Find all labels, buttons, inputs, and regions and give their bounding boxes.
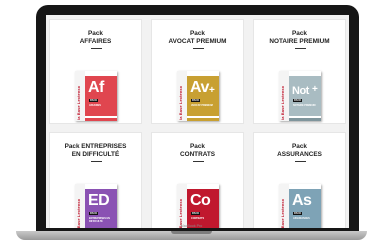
cover-plus: + <box>312 84 318 95</box>
title-underline <box>295 161 306 162</box>
cover-bottom-bar <box>85 118 117 121</box>
pack-title: Pack NOTAIRE PREMIUM <box>269 30 330 45</box>
title-underline <box>193 48 204 49</box>
cover-letters: ED <box>88 192 110 209</box>
cover-subtitle: AVOCAT PREMIUM <box>191 104 213 107</box>
cover-bottom-bar <box>289 118 321 121</box>
laptop-notch <box>171 231 212 234</box>
cover-color-block: Av + PACK AVOCAT PREMIUM <box>187 76 219 116</box>
laptop-lid: Pack AFFAIRES la Base Lextenso Af PACK AFFAI… <box>36 5 359 232</box>
cover-subtitle: ENTREPRISES EN DIFFICULTÉ <box>89 217 110 223</box>
cover-subtitle: NOTAIRE PREMIUM <box>293 104 316 107</box>
title-underline <box>193 161 204 162</box>
cover-color-block: ED PACK ENTREPRISES EN DIFFICULTÉ <box>85 189 117 228</box>
pack-cover[interactable]: la Base Lextenso ED PACK ENTREPRISES EN DIF… <box>75 184 117 228</box>
pack-title: Pack AVOCAT PREMIUM <box>168 30 227 45</box>
cover-letters: Not <box>292 85 309 97</box>
cover-tag: PACK <box>191 99 201 102</box>
pack-title: Pack CONTRATS <box>179 143 216 158</box>
cover-letters: Af <box>88 79 104 96</box>
laptop-base <box>16 231 367 240</box>
pack-card[interactable]: Pack CONTRATS la Base Lextenso Co PACK CONTR… <box>151 132 244 228</box>
cover-color-block: Co PACK CONTRATS <box>187 189 219 228</box>
pack-card[interactable]: Pack ENTREPRISES EN DIFFICULTÉ la Base Le… <box>49 132 142 228</box>
cover-brand: la Base Lextenso <box>280 85 285 120</box>
cover-tag: PACK <box>191 212 201 215</box>
pack-cover[interactable]: la Base Lextenso Not + PACK NOTAIRE PREMIUM <box>279 71 321 121</box>
cover-tag: PACK <box>293 99 303 102</box>
title-underline <box>91 161 102 162</box>
title-underline <box>91 48 102 49</box>
pack-card[interactable]: Pack ASSURANCES la Base Lextenso As PACK ASS… <box>253 132 346 228</box>
cover-bottom-bar <box>187 118 219 121</box>
cover-color-block: Af PACK AFFAIRES <box>85 76 117 116</box>
cover-tag: PACK <box>293 212 303 215</box>
cover-letters: Av <box>190 79 209 96</box>
laptop-model-label: MacBook Pro <box>180 224 203 228</box>
pack-cover[interactable]: la Base Lextenso Co PACK CONTRATS <box>177 184 219 228</box>
cover-subtitle: ASSURANCES <box>293 217 310 220</box>
title-underline <box>295 48 306 49</box>
cover-brand: la Base Lextenso <box>178 85 183 120</box>
pack-cover[interactable]: la Base Lextenso Af PACK AFFAIRES <box>75 71 117 121</box>
cover-subtitle: AFFAIRES <box>89 104 101 107</box>
cover-letters: As <box>292 192 312 209</box>
cover-plus: + <box>209 85 215 96</box>
cover-tag: PACK <box>89 99 99 102</box>
pack-card[interactable]: Pack AFFAIRES la Base Lextenso Af PACK AFFAI… <box>49 19 142 124</box>
pack-cover[interactable]: la Base Lextenso Av + PACK AVOCAT PREMIUM <box>177 71 219 121</box>
pack-title: Pack ASSURANCES <box>277 143 322 158</box>
cover-letters: Co <box>190 192 211 209</box>
cover-brand: la Base Lextenso <box>76 85 81 120</box>
pack-card[interactable]: Pack AVOCAT PREMIUM la Base Lextenso Av + PA… <box>151 19 244 124</box>
cover-color-block: As PACK ASSURANCES <box>289 189 321 228</box>
pack-cover[interactable]: la Base Lextenso As PACK ASSURANCES <box>279 184 321 228</box>
cover-subtitle: CONTRATS <box>191 217 205 220</box>
pack-title: Pack ENTREPRISES EN DIFFICULTÉ <box>64 143 127 158</box>
pack-grid: Pack AFFAIRES la Base Lextenso Af PACK AFFAI… <box>49 19 346 228</box>
laptop-screen: Pack AFFAIRES la Base Lextenso Af PACK AFFAI… <box>46 15 349 228</box>
pack-title: Pack AFFAIRES <box>79 30 112 45</box>
cover-color-block: Not + PACK NOTAIRE PREMIUM <box>289 76 321 116</box>
cover-tag: PACK <box>89 212 99 215</box>
pack-card[interactable]: Pack NOTAIRE PREMIUM la Base Lextenso Not +… <box>253 19 346 124</box>
